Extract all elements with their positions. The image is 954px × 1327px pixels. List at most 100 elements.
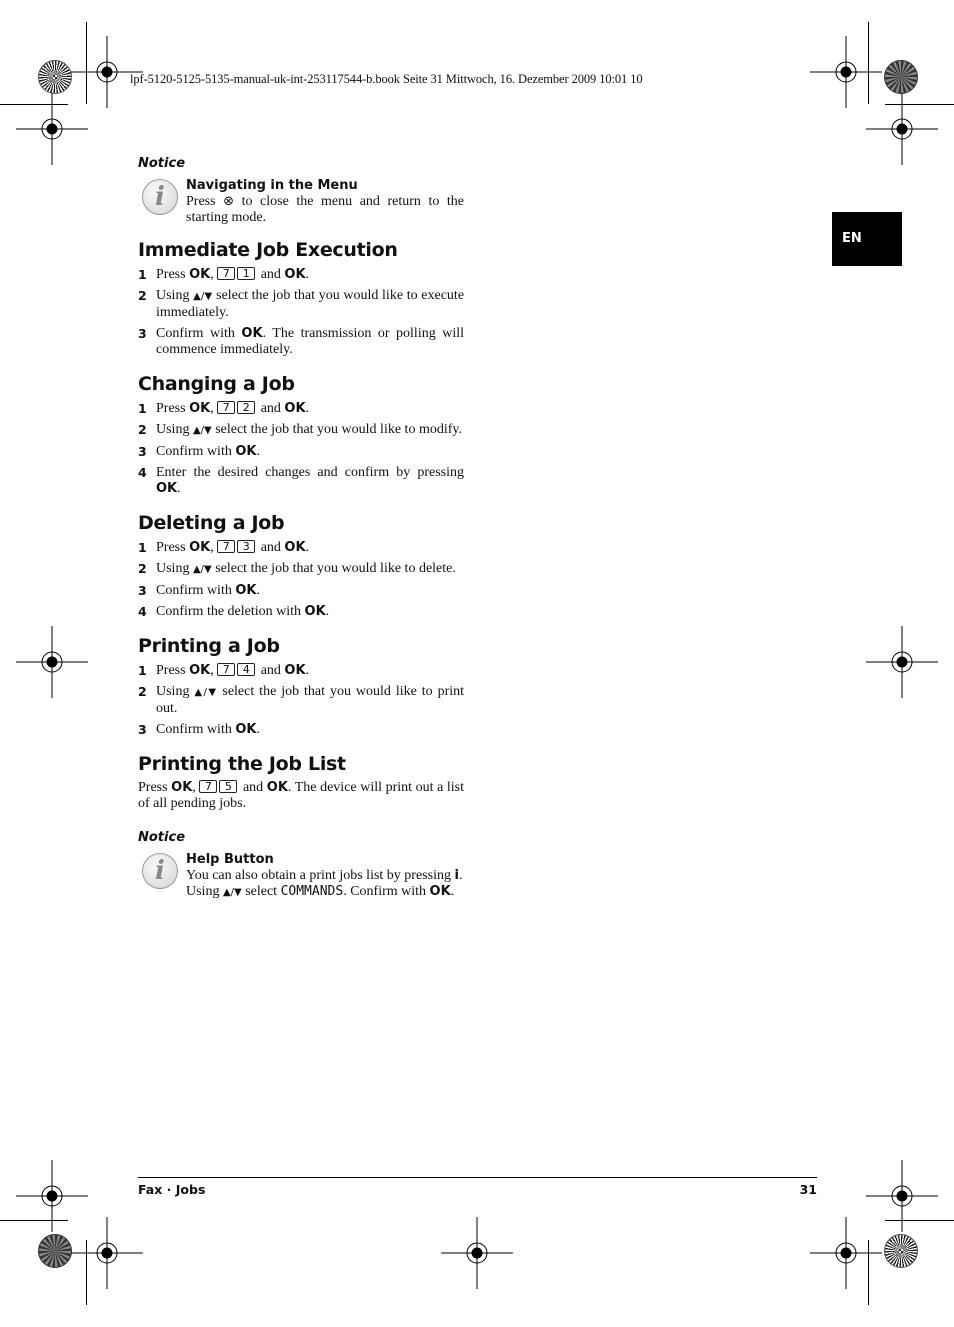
registration-mark-icon xyxy=(471,1247,483,1259)
keypad-key: 1 xyxy=(237,267,256,280)
step-number: 2 xyxy=(138,561,147,576)
step-item: 4 Confirm the deletion with OK. xyxy=(138,604,330,619)
section-heading: Deleting a Job xyxy=(138,512,285,534)
notice-text: You can also obtain a print jobs list by… xyxy=(186,868,463,899)
color-rosette-icon xyxy=(884,1234,918,1268)
step-item: 1 Press OK, 73 and OK. xyxy=(138,540,310,555)
crop-mark xyxy=(868,22,869,104)
registration-mark-icon xyxy=(896,1190,908,1202)
content-column: Notice i Navigating in the Menu Press ⊗ … xyxy=(138,156,464,901)
section-heading: Printing a Job xyxy=(138,635,280,657)
ok-key-label: OK xyxy=(284,540,306,555)
section-heading: Changing a Job xyxy=(138,373,295,395)
registration-mark-icon xyxy=(46,123,58,135)
keypad-key: 7 xyxy=(217,540,236,553)
crop-mark xyxy=(86,1240,87,1305)
step-number: 3 xyxy=(138,722,147,737)
keypad-key: 7 xyxy=(217,267,236,280)
up-down-arrows-icon: ▲/▼ xyxy=(193,291,213,302)
ok-key-label: OK xyxy=(304,604,326,619)
registration-mark-icon xyxy=(46,1190,58,1202)
step-number: 2 xyxy=(138,422,147,437)
step-item: 3 Confirm with OK. xyxy=(138,444,260,459)
page-number: 31 xyxy=(799,1182,817,1197)
paragraph: Press OK, 75 and OK. The device will pri… xyxy=(138,780,465,811)
crop-mark xyxy=(885,1220,954,1221)
ok-key-label: OK xyxy=(241,326,263,341)
step-item: 1 Press OK, 72 and OK. xyxy=(138,401,310,416)
ok-key-label: OK xyxy=(189,540,211,555)
step-number: 3 xyxy=(138,583,147,598)
step-item: 2 Using ▲/▼ select the job that you would… xyxy=(138,288,465,320)
up-down-arrows-icon: ▲/▼ xyxy=(222,887,242,898)
keypad-key: 4 xyxy=(237,663,256,676)
notice-title: Help Button xyxy=(186,852,274,867)
keypad-key: 7 xyxy=(217,401,236,414)
notice-box: i Help Button You can also obtain a prin… xyxy=(138,851,464,901)
step-item: 3 Confirm with OK. xyxy=(138,583,260,598)
step-item: 2 Using ▲/▼ select the job that you would… xyxy=(138,684,465,716)
ok-key-label: OK xyxy=(189,663,211,678)
ok-key-label: OK xyxy=(156,481,178,496)
info-icon: i xyxy=(142,853,178,889)
crop-mark xyxy=(0,104,68,105)
step-number: 4 xyxy=(138,604,147,619)
registration-mark-icon xyxy=(840,66,852,78)
color-rosette-icon xyxy=(884,60,918,94)
step-number: 3 xyxy=(138,326,147,341)
crop-mark xyxy=(0,1220,68,1221)
step-item: 2 Using ▲/▼ select the job that you would… xyxy=(138,422,462,437)
keypad-key: 7 xyxy=(217,663,236,676)
keypad-key: 7 xyxy=(199,780,218,793)
registration-mark-icon xyxy=(896,123,908,135)
keypad-key: 5 xyxy=(219,780,238,793)
section-heading: Printing the Job List xyxy=(138,753,346,775)
keypad-key: 2 xyxy=(237,401,256,414)
step-number: 1 xyxy=(138,267,147,282)
keypad-key: 3 xyxy=(237,540,256,553)
registration-mark-icon xyxy=(101,66,113,78)
notice-label: Notice xyxy=(138,830,186,845)
step-item: 1 Press OK, 74 and OK. xyxy=(138,663,310,678)
step-item: 3 Confirm with OK. The transmission or po… xyxy=(138,326,465,357)
ok-key-label: OK xyxy=(235,583,257,598)
registration-mark-icon xyxy=(840,1247,852,1259)
ok-key-label: OK xyxy=(284,663,306,678)
notice-box: i Navigating in the Menu Press ⊗ to clos… xyxy=(138,177,464,226)
up-down-arrows-icon: ▲/▼ xyxy=(192,564,212,575)
ok-key-label: OK xyxy=(284,401,306,416)
section-heading: Immediate Job Execution xyxy=(138,239,398,261)
language-tab: EN xyxy=(832,212,902,266)
footer-section-title: Fax · Jobs xyxy=(138,1182,206,1197)
notice-text: Press ⊗ to close the menu and return to … xyxy=(186,194,465,225)
ok-key-label: OK xyxy=(284,267,306,282)
print-slug-line: lpf-5120-5125-5135-manual-uk-int-2531175… xyxy=(130,72,643,86)
step-item: 1 Press OK, 71 and OK. xyxy=(138,267,310,282)
lcd-text: COMMANDS xyxy=(280,884,344,899)
step-number: 2 xyxy=(138,684,147,699)
up-down-arrows-icon: ▲/▼ xyxy=(192,425,212,436)
registration-mark-icon xyxy=(46,656,58,668)
color-rosette-icon xyxy=(38,1234,72,1268)
up-down-arrows-icon: ▲/▼ xyxy=(194,687,218,698)
step-number: 1 xyxy=(138,663,147,678)
registration-mark-icon xyxy=(896,656,908,668)
language-tab-label: EN xyxy=(842,231,862,246)
step-number: 1 xyxy=(138,540,147,555)
footer-rule xyxy=(138,1177,817,1178)
step-number: 1 xyxy=(138,401,147,416)
step-item: 3 Confirm with OK. xyxy=(138,722,260,737)
stop-button-icon: ⊗ xyxy=(223,194,235,209)
ok-key-label: OK xyxy=(266,780,288,795)
notice-label: Notice xyxy=(138,156,186,171)
registration-mark-icon xyxy=(101,1247,113,1259)
ok-key-label: OK xyxy=(189,401,211,416)
step-item: 2 Using ▲/▼ select the job that you would… xyxy=(138,561,456,576)
step-item: 4 Enter the desired changes and confirm b… xyxy=(138,465,464,496)
crop-mark xyxy=(86,22,87,104)
ok-key-label: OK xyxy=(429,884,451,899)
color-rosette-icon xyxy=(38,60,72,94)
step-number: 4 xyxy=(138,465,147,480)
ok-key-label: OK xyxy=(235,444,257,459)
step-number: 2 xyxy=(138,288,147,303)
